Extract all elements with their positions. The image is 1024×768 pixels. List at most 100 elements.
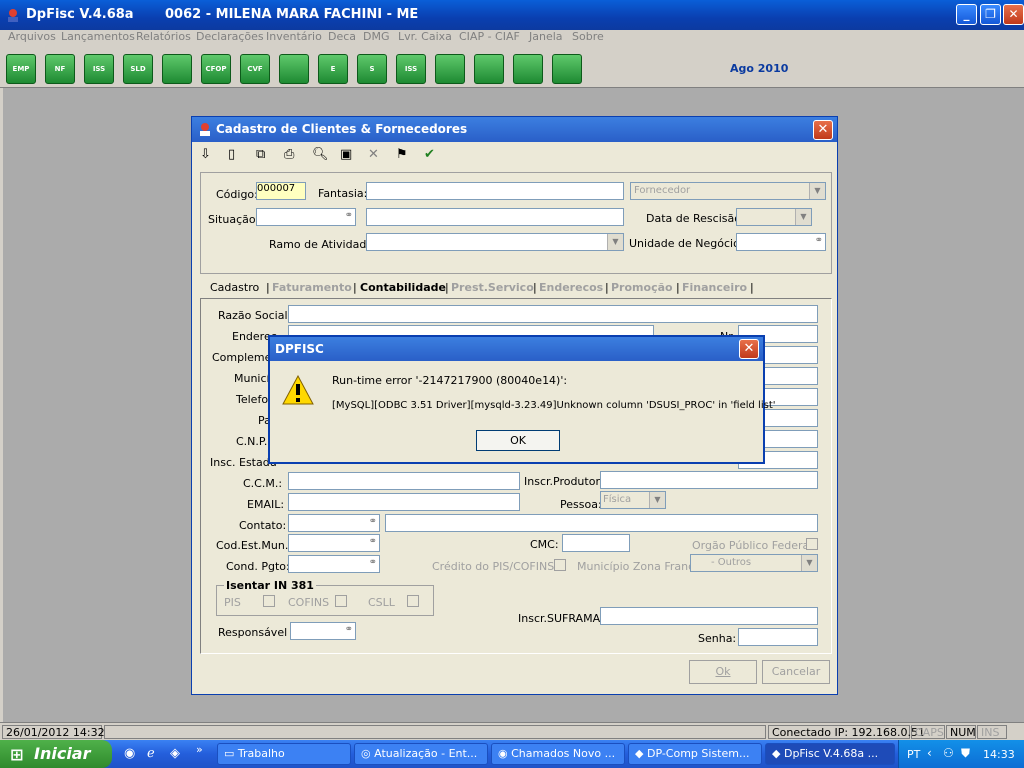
menu-inventario[interactable]: Inventário [266, 30, 322, 43]
start-button[interactable]: ⊞ Iniciar [0, 740, 112, 768]
pis-checkbox[interactable] [263, 595, 275, 607]
cond-pgto-input[interactable]: ⚭ [288, 555, 380, 573]
unidade-input[interactable]: ⚭ [736, 233, 826, 251]
menu-ciap[interactable]: CIAP - CIAF [459, 30, 520, 43]
quicklaunch-icon[interactable]: ◈ [170, 746, 180, 761]
contato-desc-input[interactable] [385, 514, 818, 532]
tab-promocao[interactable]: Promoção [611, 281, 673, 294]
binoculars-icon[interactable]: ⚭ [345, 210, 353, 221]
menu-relatorios[interactable]: Relatórios [136, 30, 191, 43]
language-indicator[interactable]: PT [907, 748, 920, 761]
error-dialog: DPFISC ✕ Run-time error '-2147217900 (80… [268, 335, 776, 464]
codigo-input[interactable]: 000007 [256, 182, 306, 200]
preview-icon[interactable]: ▣ [340, 147, 352, 162]
close-button[interactable]: ✕ [1003, 4, 1024, 25]
cmc-input[interactable] [562, 534, 630, 552]
tab-prest-servico[interactable]: Prest.Servico [451, 281, 534, 294]
confirm-icon[interactable]: ✔ [424, 147, 435, 162]
fantasia-input[interactable] [366, 182, 624, 200]
restore-button[interactable]: ❐ [980, 4, 1001, 25]
menu-declaracoes[interactable]: Declarações [196, 30, 264, 43]
cvf-button[interactable]: CVF [240, 54, 270, 84]
credito-checkbox[interactable] [554, 559, 566, 571]
dialog-close-button[interactable]: ✕ [813, 120, 833, 140]
menu-janela[interactable]: Janela [529, 30, 563, 43]
iss-button[interactable]: ISS [84, 54, 114, 84]
binoculars-icon[interactable]: ⚭ [369, 516, 377, 527]
tab-faturamento[interactable]: Faturamento [272, 281, 352, 294]
binoculars-icon[interactable]: ⚭ [369, 536, 377, 547]
menu-arquivos[interactable]: Arquivos [8, 30, 56, 43]
ramo-select[interactable]: ▼ [366, 233, 624, 251]
tab-cadastro[interactable]: Cadastro [210, 281, 259, 294]
tab-enderecos[interactable]: Enderecos [539, 281, 603, 294]
network-icon[interactable]: ⚇ [943, 746, 954, 760]
cancelar-button[interactable]: Cancelar [762, 660, 830, 684]
chevron-right-icon[interactable]: » [196, 743, 203, 756]
new-icon[interactable]: ▯ [228, 147, 235, 162]
task-atualizacao[interactable]: ◎ Atualização - Ent... [354, 743, 488, 765]
senha-input[interactable] [738, 628, 818, 646]
menu-dmg[interactable]: DMG [363, 30, 390, 43]
cod-est-mun-input[interactable]: ⚭ [288, 534, 380, 552]
minimize-button[interactable]: _ [956, 4, 977, 25]
menu-sobre[interactable]: Sobre [572, 30, 604, 43]
chart-button[interactable] [279, 54, 309, 84]
binoculars-icon[interactable]: ⚭ [369, 557, 377, 568]
report-button[interactable] [435, 54, 465, 84]
ok-button[interactable]: Ok [689, 660, 757, 684]
zona-franca-select[interactable]: - Outros ▼ [690, 554, 818, 572]
emp-button[interactable]: EMP [6, 54, 36, 84]
suframa-input[interactable] [600, 607, 818, 625]
situacao-input[interactable]: ⚭ [256, 208, 356, 226]
edit-button[interactable] [474, 54, 504, 84]
copy-icon[interactable]: ⧉ [256, 147, 265, 162]
sld-button[interactable]: SLD [123, 54, 153, 84]
task-dpfisc[interactable]: ◆ DpFisc V.4.68a ... [765, 743, 895, 765]
tab-financeiro[interactable]: Financeiro [682, 281, 747, 294]
pessoa-select[interactable]: Física ▼ [600, 491, 666, 509]
error-ok-button[interactable]: OK [476, 430, 560, 451]
exit-button[interactable] [552, 54, 582, 84]
toolbar: EMP NF ISS SLD CFOP CVF E S ISS Ago 2010 [0, 48, 1024, 88]
responsavel-input[interactable]: ⚭ [290, 622, 356, 640]
copy-button[interactable] [513, 54, 543, 84]
search-tool-button[interactable] [162, 54, 192, 84]
contato-input[interactable]: ⚭ [288, 514, 380, 532]
ie-icon[interactable]: ℯ [147, 746, 155, 761]
cfop-button[interactable]: CFOP [201, 54, 231, 84]
saida-button[interactable]: S [357, 54, 387, 84]
entrada-button[interactable]: E [318, 54, 348, 84]
cmc-label: CMC: [530, 538, 559, 551]
situacao-desc-input[interactable] [366, 208, 624, 226]
orgao-checkbox[interactable] [806, 538, 818, 550]
security-icon[interactable]: ⛊ [961, 746, 970, 761]
csll-checkbox[interactable] [407, 595, 419, 607]
task-trabalho[interactable]: ▭ Trabalho [217, 743, 351, 765]
filter-icon[interactable]: ⚑ [396, 147, 408, 162]
menu-lvr-caixa[interactable]: Lvr. Caixa [398, 30, 452, 43]
tab-contabilidade[interactable]: Contabilidade [360, 281, 446, 294]
nf-button[interactable]: NF [45, 54, 75, 84]
data-rescisao-select[interactable]: ▼ [736, 208, 812, 226]
binoculars-icon[interactable]: ⚭ [815, 235, 823, 246]
task-chamados[interactable]: ◉ Chamados Novo ... [491, 743, 625, 765]
email-input[interactable] [288, 493, 520, 511]
task-dpcomp[interactable]: ◆ DP-Comp Sistem... [628, 743, 762, 765]
error-close-button[interactable]: ✕ [739, 339, 759, 359]
tipo-select[interactable]: Fornecedor ▼ [630, 182, 826, 200]
tray-arrow-icon[interactable]: ‹ [927, 746, 932, 760]
inscr-produtor-input[interactable] [600, 471, 818, 489]
menu-lancamentos[interactable]: Lançamentos [61, 30, 135, 43]
print-icon[interactable]: ⎙ [284, 147, 294, 162]
iss-book-button[interactable]: ISS [396, 54, 426, 84]
search-icon[interactable]: 🔍︎ [312, 147, 329, 162]
delete-icon[interactable]: ✕ [368, 147, 379, 162]
binoculars-icon[interactable]: ⚭ [345, 624, 353, 635]
menu-deca[interactable]: Deca [328, 30, 356, 43]
cofins-checkbox[interactable] [335, 595, 347, 607]
chrome-icon[interactable]: ◉ [124, 746, 135, 761]
ccm-input[interactable] [288, 472, 520, 490]
razao-input[interactable] [288, 305, 818, 323]
exit-icon[interactable]: ⇩ [200, 147, 211, 162]
